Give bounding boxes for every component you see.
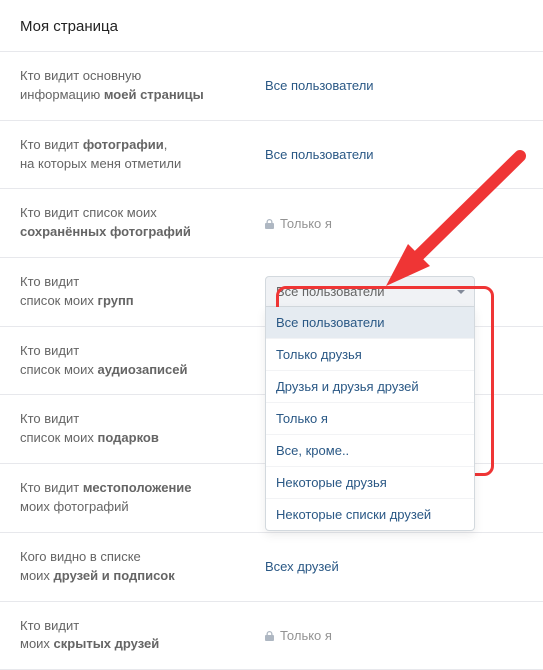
setting-value-friends-list[interactable]: Всех друзей <box>265 559 339 574</box>
dropdown-option[interactable]: Друзья и друзья друзей <box>266 370 474 402</box>
setting-label: Кто видит основную информацию моей стран… <box>20 67 265 105</box>
page-title: Моя страница <box>0 0 543 52</box>
setting-value-tagged-photos[interactable]: Все пользователи <box>265 147 374 162</box>
setting-value-basic-info[interactable]: Все пользователи <box>265 78 374 93</box>
setting-label: Кто видит список моих подарков <box>20 410 265 448</box>
setting-label: Кто видит список моих сохранённых фотогр… <box>20 204 265 242</box>
setting-label: Кто видит моих скрытых друзей <box>20 617 265 655</box>
setting-row-hidden-friends: Кто видит моих скрытых друзей Только я <box>0 602 543 670</box>
setting-row-tagged-photos: Кто видит фотографии, на которых меня от… <box>0 121 543 190</box>
dropdown-option[interactable]: Некоторые списки друзей <box>266 498 474 530</box>
dropdown-option[interactable]: Все, кроме.. <box>266 434 474 466</box>
lock-icon <box>265 219 274 229</box>
setting-row-basic-info: Кто видит основную информацию моей стран… <box>0 52 543 121</box>
dropdown-option[interactable]: Некоторые друзья <box>266 466 474 498</box>
setting-row-saved-photos: Кто видит список моих сохранённых фотогр… <box>0 189 543 258</box>
setting-label: Кто видит местоположение моих фотографий <box>20 479 265 517</box>
setting-value-saved-photos[interactable]: Только я <box>265 216 332 231</box>
setting-row-groups: Кто видит список моих групп Все пользова… <box>0 258 543 327</box>
privacy-select-groups[interactable]: Все пользователи Все пользователи Только… <box>265 276 475 307</box>
chevron-down-icon <box>457 290 465 294</box>
lock-icon <box>265 631 274 641</box>
select-header[interactable]: Все пользователи <box>265 276 475 307</box>
setting-label: Кого видно в списке моих друзей и подпис… <box>20 548 265 586</box>
dropdown-option[interactable]: Только друзья <box>266 338 474 370</box>
setting-label: Кто видит фотографии, на которых меня от… <box>20 136 265 174</box>
setting-label: Кто видит список моих групп <box>20 273 265 311</box>
setting-row-friends-list: Кого видно в списке моих друзей и подпис… <box>0 533 543 602</box>
select-dropdown: Все пользователи Только друзья Друзья и … <box>265 307 475 531</box>
dropdown-option[interactable]: Все пользователи <box>266 307 474 338</box>
setting-label: Кто видит список моих аудиозаписей <box>20 342 265 380</box>
setting-value-hidden-friends[interactable]: Только я <box>265 628 332 643</box>
dropdown-option[interactable]: Только я <box>266 402 474 434</box>
